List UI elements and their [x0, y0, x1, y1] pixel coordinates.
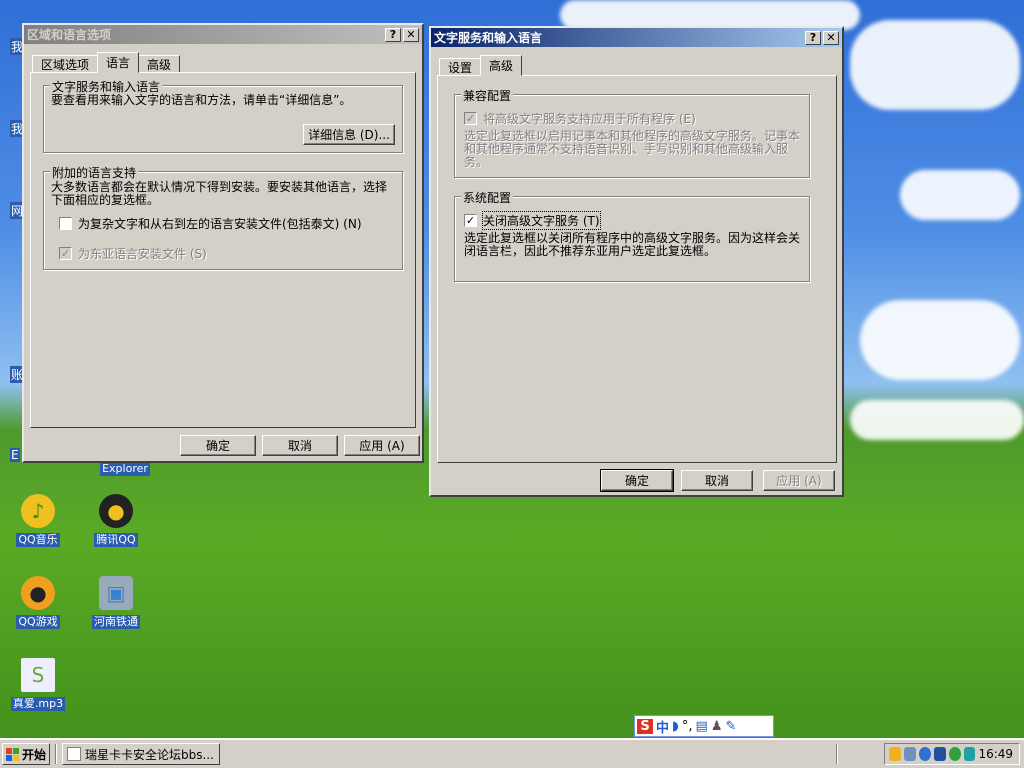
- title-bar[interactable]: 文字服务和输入语言 ? ✕: [431, 28, 842, 47]
- group-legend: 兼容配置: [461, 87, 514, 104]
- taskbar: 开始 瑞星卡卡安全论坛bbs... 16:49: [0, 738, 1024, 768]
- task-label: 瑞星卡卡安全论坛bbs...: [85, 747, 214, 762]
- qq-music-icon: ♪: [21, 494, 55, 528]
- text-services-window: 文字服务和输入语言 ? ✕ 设置 高级 兼容配置 ✓ 将高级文字服务支持应用于所…: [429, 26, 844, 497]
- desktop-icon-label: 腾讯QQ: [94, 533, 138, 547]
- wrench-icon[interactable]: ✎: [725, 719, 736, 734]
- cancel-button[interactable]: 取消: [262, 435, 338, 456]
- details-button[interactable]: 详细信息 (D)...: [303, 124, 395, 145]
- checkbox-box: ✓: [59, 247, 72, 260]
- start-label: 开始: [22, 747, 47, 762]
- supplemental-description: 大多数语言都会在默认情况下得到安装。要安装其他语言，选择下面相应的复选框。: [51, 180, 388, 207]
- media-player-icon[interactable]: [889, 747, 901, 761]
- desktop-icon-mp3[interactable]: S 真爱.mp3: [3, 658, 73, 711]
- desktop-icon-label: 河南铁通: [92, 615, 140, 629]
- system-config-description: 选定此复选框以关闭所有程序中的高级文字服务。因为这样会关闭语言栏，因此不推荐东亚…: [464, 231, 801, 258]
- taskbar-separator: [55, 744, 57, 764]
- ok-button[interactable]: 确定: [180, 435, 256, 456]
- apply-button: 应用 (A): [763, 470, 835, 491]
- qq-penguin-icon: ●: [99, 494, 133, 528]
- taskbar-separator: [836, 744, 838, 764]
- close-button[interactable]: ✕: [823, 30, 839, 45]
- window-title: 文字服务和输入语言: [434, 31, 543, 45]
- audio-file-icon: S: [21, 658, 55, 692]
- half-width-moon-icon[interactable]: ◗: [672, 719, 679, 734]
- title-bar[interactable]: 区域和语言选项 ? ✕: [24, 25, 422, 44]
- checkbox-box: ✓: [464, 112, 477, 125]
- tab-settings[interactable]: 设置: [439, 58, 482, 76]
- sogou-logo-icon[interactable]: S: [637, 718, 653, 734]
- tab-advanced[interactable]: 高级: [138, 55, 181, 73]
- desktop-icon-label: 真爱.mp3: [10, 697, 66, 711]
- network-computer-icon: ▣: [99, 576, 133, 610]
- apply-to-all-programs-checkbox: ✓ 将高级文字服务支持应用于所有程序 (E): [464, 110, 696, 127]
- volume-icon[interactable]: [903, 747, 916, 761]
- system-tray: 16:49: [884, 743, 1020, 765]
- text-services-description: 要查看用来输入文字的语言和方法，请单击“详细信息”。: [51, 93, 352, 107]
- desktop-icon-tencent-qq[interactable]: ● 腾讯QQ: [81, 494, 151, 547]
- close-button[interactable]: ✕: [403, 27, 419, 42]
- desktop-icon-label: QQ音乐: [16, 533, 60, 547]
- desktop-icon-label: QQ游戏: [16, 615, 60, 629]
- ime-language[interactable]: 中: [656, 717, 669, 736]
- complex-script-checkbox[interactable]: 为复杂文字和从右到左的语言安装文件(包括泰文) (N): [59, 215, 362, 232]
- taskbar-item-browser[interactable]: 瑞星卡卡安全论坛bbs...: [62, 743, 220, 765]
- group-legend: 系统配置: [461, 189, 514, 206]
- checkbox-box[interactable]: ✓: [464, 214, 477, 227]
- desktop-icon-qq-game[interactable]: ● QQ游戏: [3, 576, 73, 629]
- desktop-icon-explorer-label[interactable]: Explorer: [100, 462, 150, 476]
- ok-button[interactable]: 确定: [600, 469, 674, 492]
- tab-panel: 兼容配置 ✓ 将高级文字服务支持应用于所有程序 (E) 选定此复选框以启用记事本…: [437, 75, 837, 463]
- apply-button[interactable]: 应用 (A): [344, 435, 420, 456]
- clock[interactable]: 16:49: [978, 747, 1013, 761]
- regional-options-window: 区域和语言选项 ? ✕ 区域选项 语言 高级 文字服务和输入语言 要查看用来输入…: [22, 23, 424, 463]
- compat-description: 选定此复选框以启用记事本和其他程序的高级文字服务。记事本和其他程序通常不支持语音…: [464, 129, 801, 169]
- help-button[interactable]: ?: [805, 30, 821, 45]
- ime-toolbar[interactable]: S 中 ◗ °, ▤ ♟ ✎: [634, 715, 774, 737]
- checkbox-label: 将高级文字服务支持应用于所有程序 (E): [483, 112, 696, 126]
- checkbox-label: 为东亚语言安装文件 (S): [78, 247, 207, 261]
- desktop-icon-label-partial[interactable]: E: [10, 448, 20, 462]
- checkbox-box[interactable]: [59, 217, 72, 230]
- user-icon[interactable]: ♟: [711, 719, 723, 734]
- browser-page-icon: [67, 747, 81, 761]
- windows-logo-icon: [6, 747, 19, 761]
- shield-icon[interactable]: [933, 747, 946, 761]
- help-button[interactable]: ?: [385, 27, 401, 42]
- start-button[interactable]: 开始: [2, 743, 50, 765]
- soft-keyboard-icon[interactable]: ▤: [696, 719, 708, 734]
- tab-regional-options[interactable]: 区域选项: [32, 55, 99, 73]
- tab-panel: 文字服务和输入语言 要查看用来输入文字的语言和方法，请单击“详细信息”。 详细信…: [30, 72, 416, 428]
- desktop-icon-qq-music[interactable]: ♪ QQ音乐: [3, 494, 73, 547]
- cancel-button[interactable]: 取消: [681, 470, 753, 491]
- window-title: 区域和语言选项: [27, 28, 112, 42]
- antivirus-icon[interactable]: [948, 747, 961, 761]
- network-icon[interactable]: [918, 747, 931, 761]
- desktop-icon-henan-tietong[interactable]: ▣ 河南铁通: [81, 576, 151, 629]
- checkbox-label: 为复杂文字和从右到左的语言安装文件(包括泰文) (N): [78, 217, 362, 231]
- checkbox-label: 关闭高级文字服务 (T): [482, 211, 601, 230]
- turn-off-advanced-services-checkbox[interactable]: ✓ 关闭高级文字服务 (T): [464, 211, 601, 230]
- east-asian-checkbox: ✓ 为东亚语言安装文件 (S): [59, 245, 207, 262]
- umbrella-icon[interactable]: [963, 747, 976, 761]
- tab-languages[interactable]: 语言: [97, 52, 140, 73]
- group-legend: 附加的语言支持: [50, 164, 139, 181]
- qq-game-icon: ●: [21, 576, 55, 610]
- punctuation-indicator[interactable]: °,: [682, 719, 693, 734]
- tab-advanced[interactable]: 高级: [480, 55, 523, 76]
